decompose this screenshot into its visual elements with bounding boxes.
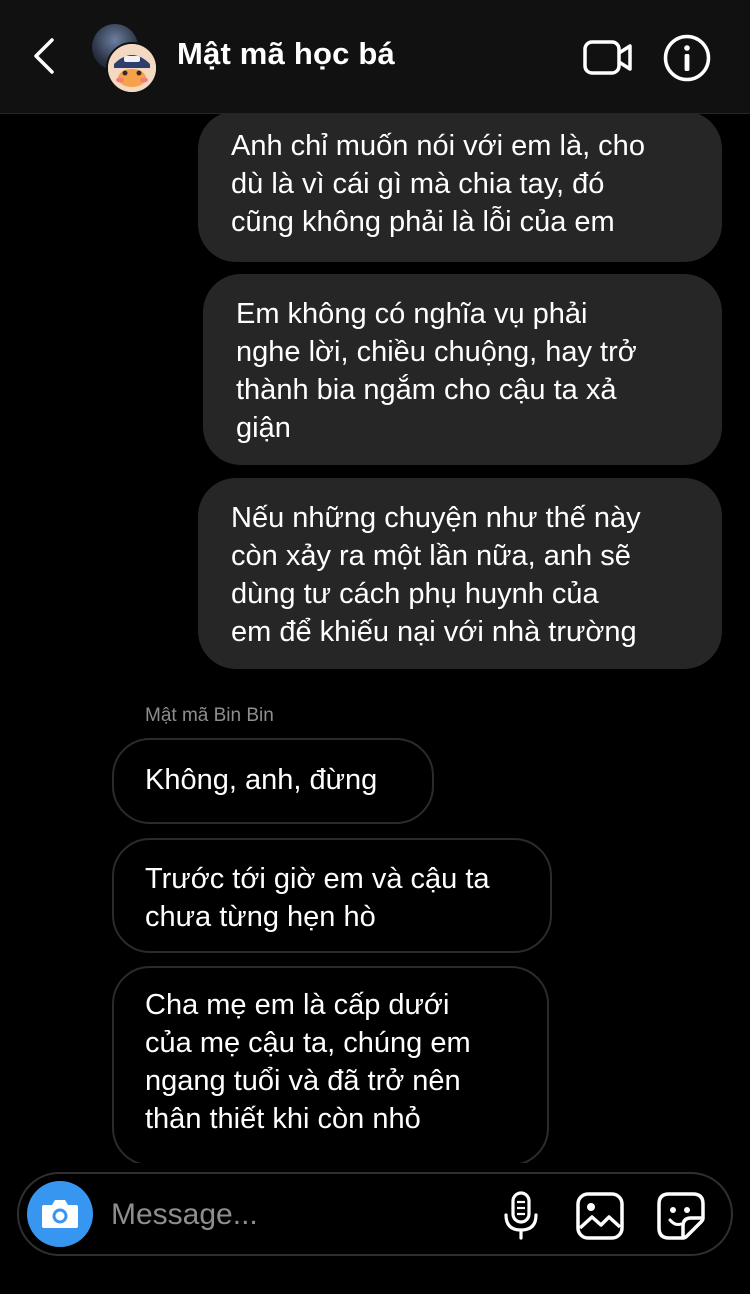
- incoming-message[interactable]: Không, anh, đừng: [112, 738, 434, 824]
- back-button[interactable]: [24, 34, 68, 78]
- camera-icon: [42, 1200, 78, 1228]
- info-icon: [663, 34, 711, 82]
- back-arrow-icon: [34, 38, 54, 74]
- video-call-icon: [583, 40, 632, 75]
- chat-title[interactable]: Mật mã học bá: [177, 36, 395, 72]
- voice-message-button[interactable]: [495, 1190, 547, 1242]
- camera-button[interactable]: [27, 1181, 93, 1247]
- outgoing-message[interactable]: Em không có nghĩa vụ phải nghe lời, chiề…: [203, 274, 722, 465]
- outgoing-message[interactable]: Nếu những chuyện như thế này còn xảy ra …: [198, 478, 722, 669]
- gallery-icon: [576, 1192, 624, 1240]
- sender-name: Mật mã Bin Bin: [145, 705, 274, 726]
- message-input[interactable]: [109, 1192, 473, 1238]
- message-composer: [17, 1172, 733, 1256]
- sticker-button[interactable]: [655, 1190, 707, 1242]
- outgoing-message[interactable]: Anh chỉ muốn nói với em là, cho dù là vì…: [198, 113, 722, 262]
- gallery-button[interactable]: [574, 1190, 626, 1242]
- incoming-message[interactable]: Cha mẹ em là cấp dưới của mẹ cậu ta, chú…: [112, 966, 549, 1163]
- chat-header: Mật mã học bá: [0, 0, 750, 114]
- avatar-front: [106, 42, 158, 94]
- microphone-icon: [504, 1191, 538, 1240]
- info-button[interactable]: [662, 33, 712, 83]
- video-call-button[interactable]: [582, 36, 634, 80]
- sticker-icon: [657, 1192, 705, 1240]
- group-avatar[interactable]: [92, 24, 158, 94]
- incoming-message[interactable]: Trước tới giờ em và cậu ta chưa từng hẹn…: [112, 838, 552, 953]
- message-list[interactable]: Anh chỉ muốn nói với em là, cho dù là vì…: [0, 113, 750, 1163]
